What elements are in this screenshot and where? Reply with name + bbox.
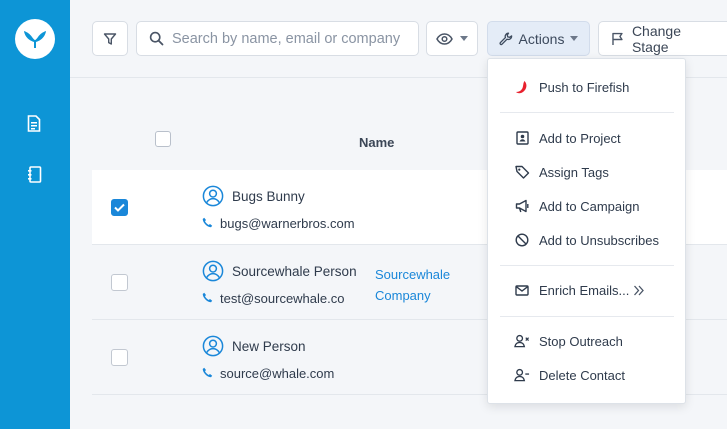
menu-item-label: Stop Outreach — [539, 333, 623, 349]
actions-dropdown-menu: Push to Firefish Add to Project Assign T… — [487, 58, 686, 404]
menu-item-stop-outreach[interactable]: Stop Outreach — [488, 326, 685, 356]
search-icon — [149, 31, 164, 46]
envelope-icon — [514, 282, 530, 298]
menu-divider — [500, 112, 674, 113]
row-checkbox[interactable] — [111, 349, 128, 366]
whale-logo-icon[interactable] — [15, 19, 55, 59]
contact-email[interactable]: bugs@warnerbros.com — [220, 216, 355, 231]
user-circle-icon — [202, 260, 224, 282]
search-input[interactable] — [172, 30, 412, 47]
menu-divider — [500, 265, 674, 266]
block-icon — [514, 232, 530, 248]
user-circle-icon — [202, 185, 224, 207]
contact-email[interactable]: test@sourcewhale.co — [220, 291, 344, 306]
user-circle-icon — [202, 335, 224, 357]
company-line-1: Sourcewhale — [375, 267, 451, 282]
menu-item-add-to-project[interactable]: Add to Project — [488, 123, 685, 153]
menu-item-label: Add to Campaign — [539, 198, 640, 214]
menu-item-label: Delete Contact — [539, 367, 625, 383]
user-x-icon — [514, 333, 530, 349]
document-icon[interactable] — [24, 113, 44, 133]
firefish-icon — [514, 79, 530, 95]
contact-name[interactable]: New Person — [232, 339, 306, 354]
chevron-down-icon — [460, 36, 468, 41]
wrench-icon — [498, 32, 512, 45]
change-stage-button[interactable]: Change Stage — [598, 21, 727, 56]
project-icon — [514, 130, 530, 146]
menu-item-add-to-unsubscribes[interactable]: Add to Unsubscribes — [488, 225, 685, 255]
contact-name[interactable]: Sourcewhale Person — [232, 264, 357, 279]
search-box[interactable] — [136, 21, 419, 56]
row-checkbox[interactable] — [111, 274, 128, 291]
menu-item-label: Assign Tags — [539, 164, 609, 180]
megaphone-icon — [514, 198, 530, 214]
tag-icon — [514, 164, 530, 180]
contacts-book-icon[interactable] — [24, 164, 44, 184]
contact-name[interactable]: Bugs Bunny — [232, 189, 305, 204]
column-header-name[interactable]: Name — [359, 135, 394, 150]
chevron-down-icon — [570, 36, 579, 41]
menu-item-add-to-campaign[interactable]: Add to Campaign — [488, 191, 685, 221]
eye-icon — [436, 32, 453, 45]
menu-item-assign-tags[interactable]: Assign Tags — [488, 157, 685, 187]
filter-icon — [103, 32, 117, 45]
select-all-checkbox[interactable] — [155, 131, 171, 147]
menu-item-label: Push to Firefish — [539, 79, 630, 95]
menu-item-enrich-emails[interactable]: Enrich Emails... — [488, 275, 685, 305]
phone-icon — [202, 367, 213, 378]
check-icon — [114, 203, 125, 212]
phone-icon — [202, 292, 213, 303]
sidebar — [0, 0, 70, 429]
menu-item-push-to-firefish[interactable]: Push to Firefish — [488, 72, 685, 102]
contact-email[interactable]: source@whale.com — [220, 366, 334, 381]
company-link[interactable]: Sourcewhale Company — [375, 264, 495, 306]
row-checkbox[interactable] — [111, 199, 128, 216]
menu-divider — [500, 316, 674, 317]
menu-item-label: Enrich Emails... — [539, 282, 630, 298]
filter-button[interactable] — [92, 21, 128, 56]
actions-label: Actions — [518, 30, 565, 47]
user-minus-icon — [514, 367, 530, 383]
double-chevron-right-icon — [633, 284, 645, 299]
company-line-2: Company — [375, 288, 431, 303]
actions-button[interactable]: Actions — [487, 21, 590, 56]
menu-item-label: Add to Unsubscribes — [539, 232, 659, 248]
view-toggle-button[interactable] — [426, 21, 478, 56]
flag-icon — [612, 32, 623, 45]
change-stage-label: Change Stage — [631, 22, 681, 55]
menu-item-label: Add to Project — [539, 130, 621, 146]
phone-icon — [202, 217, 213, 228]
menu-item-delete-contact[interactable]: Delete Contact — [488, 360, 685, 390]
